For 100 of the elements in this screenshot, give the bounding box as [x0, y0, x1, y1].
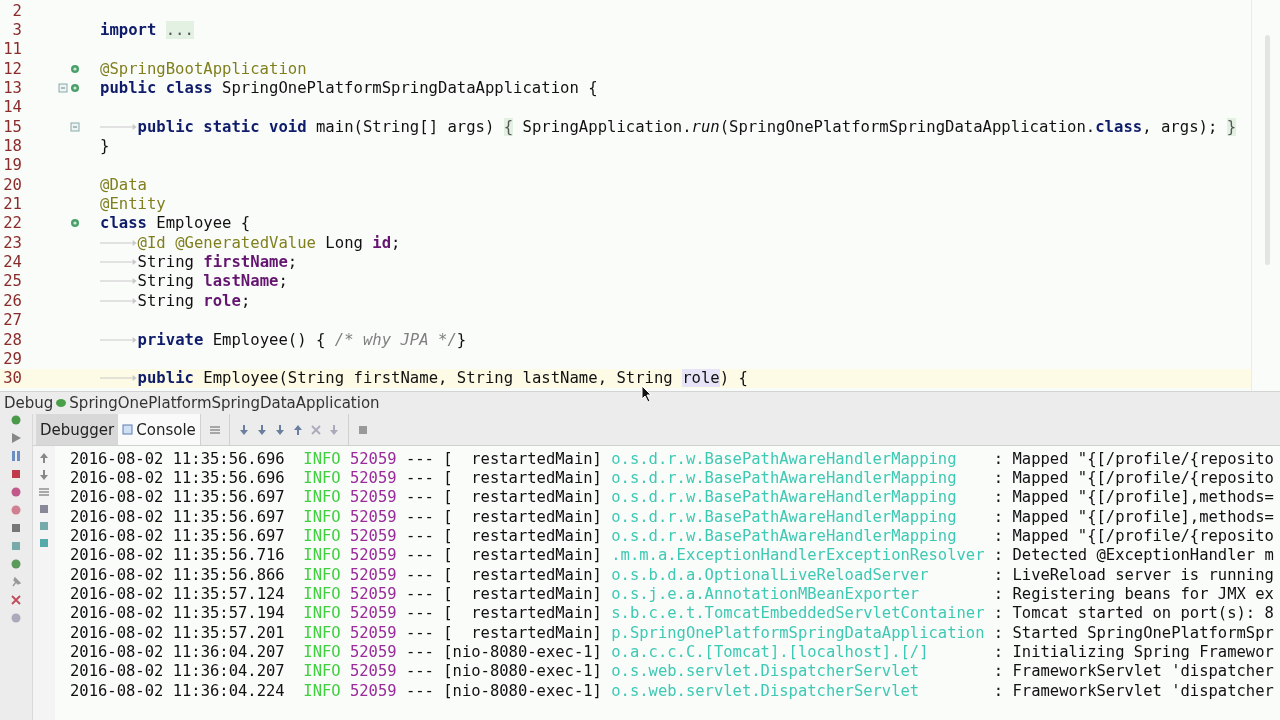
fold-icon[interactable] — [70, 121, 80, 132]
log-separator: --- — [405, 681, 434, 700]
down-arrow-icon[interactable] — [38, 469, 50, 481]
log-pid: 52059 — [349, 662, 397, 681]
log-thread: [ restartedMain] — [443, 604, 602, 623]
log-pid: 52059 — [349, 623, 397, 642]
log-separator: --- — [405, 527, 434, 546]
mouse-pointer-icon — [641, 385, 653, 403]
log-time: 2016-08-02 11:35:57.124 — [70, 585, 285, 604]
log-thread: [nio-8080-exec-1] — [443, 662, 602, 681]
line-number: 20 — [2, 175, 22, 194]
fold-icon[interactable] — [58, 83, 68, 94]
log-time: 2016-08-02 11:36:04.224 — [70, 681, 285, 700]
log-thread: [ restartedMain] — [443, 585, 602, 604]
log-separator: --- — [405, 662, 434, 681]
log-time: 2016-08-02 11:35:56.697 — [70, 488, 285, 507]
resume-icon[interactable] — [10, 432, 22, 444]
line-number: 11 — [2, 40, 22, 59]
stop-icon[interactable] — [10, 468, 22, 480]
step-over-icon[interactable] — [237, 423, 250, 436]
run-to-cursor-icon[interactable] — [327, 423, 340, 436]
log-separator: --- — [405, 546, 434, 565]
close-icon[interactable] — [10, 594, 22, 606]
line-number: 24 — [2, 253, 22, 272]
log-time: 2016-08-02 11:35:57.194 — [70, 604, 285, 623]
panel-title: Debug — [4, 394, 54, 412]
log-logger: o.s.d.r.w.BasePathAwareHandlerMapping — [611, 488, 958, 507]
log-level: INFO — [303, 662, 341, 681]
log-level: INFO — [303, 643, 341, 662]
line-number: 27 — [2, 311, 22, 330]
log-logger: o.s.d.r.w.BasePathAwareHandlerMapping — [611, 527, 958, 546]
log-separator: --- — [405, 643, 434, 662]
log-pid: 52059 — [349, 469, 397, 487]
log-message: : Mapped "{[/profile],methods= — [993, 488, 1274, 507]
line-number: 2 — [11, 1, 22, 20]
log-logger: o.s.d.r.w.BasePathAwareHandlerMapping — [611, 469, 958, 487]
log-thread: [ restartedMain] — [443, 565, 602, 584]
log-pid: 52059 — [349, 643, 397, 662]
bean-icon[interactable] — [70, 83, 80, 94]
code-line: String lastName; — [100, 272, 288, 291]
log-time: 2016-08-02 11:35:56.696 — [70, 469, 285, 487]
log-level: INFO — [303, 527, 341, 546]
log-time: 2016-08-02 11:35:56.866 — [70, 565, 285, 584]
code-line: String firstName; — [100, 253, 298, 272]
bean-icon[interactable] — [70, 218, 80, 229]
log-message: : Mapped "{[/profile/{reposito — [993, 469, 1274, 487]
up-arrow-icon[interactable] — [38, 452, 50, 464]
log-logger: o.s.b.d.a.OptionalLiveReloadServer — [611, 565, 930, 584]
log-time: 2016-08-02 11:35:57.201 — [70, 623, 285, 642]
soft-wrap-icon[interactable] — [208, 423, 221, 436]
line-number: 29 — [2, 349, 22, 368]
log-logger: o.s.d.r.w.BasePathAwareHandlerMapping — [611, 507, 958, 526]
log-pid: 52059 — [349, 488, 397, 507]
log-level: INFO — [303, 546, 341, 565]
log-logger: o.s.d.r.w.BasePathAwareHandlerMapping — [611, 449, 958, 468]
log-thread: [nio-8080-exec-1] — [443, 643, 602, 662]
line-number: 13 — [2, 79, 22, 98]
log-separator: --- — [405, 565, 434, 584]
bean-icon[interactable] — [70, 63, 80, 74]
log-pid: 52059 — [349, 527, 397, 546]
log-pid: 52059 — [349, 585, 397, 604]
step-into-icon[interactable] — [273, 423, 286, 436]
log-thread: [ restartedMain] — [443, 623, 602, 642]
line-number: 25 — [2, 272, 22, 291]
log-logger: p.SpringOnePlatformSpringDataApplication — [611, 623, 985, 642]
panel-tab[interactable]: Debugger — [36, 414, 119, 445]
log-pid: 52059 — [349, 507, 397, 526]
log-pid: 52059 — [349, 449, 397, 468]
soft-wrap-icon[interactable] — [38, 486, 50, 498]
panel-tab[interactable]: Console — [118, 414, 200, 445]
code-editor[interactable] — [0, 0, 1280, 392]
scrollbar[interactable] — [1265, 35, 1270, 265]
drop-frame-icon[interactable] — [309, 423, 322, 436]
line-number: 14 — [2, 98, 22, 117]
log-pid: 52059 — [349, 565, 397, 584]
log-time: 2016-08-02 11:35:56.716 — [70, 546, 285, 565]
log-logger: o.s.web.servlet.DispatcherServlet — [611, 681, 921, 700]
code-line: @Id @GeneratedValue Long id; — [100, 233, 401, 252]
log-separator: --- — [405, 488, 434, 507]
pause-icon[interactable] — [10, 450, 22, 462]
code-line: @Data — [100, 175, 147, 194]
log-separator: --- — [405, 585, 434, 604]
code-line: @SpringBootApplication — [100, 59, 307, 78]
log-message: : LiveReload server is running — [993, 565, 1274, 584]
step-into-icon[interactable] — [255, 423, 268, 436]
log-time: 2016-08-02 11:35:56.697 — [70, 507, 285, 526]
log-message: : Started SpringOnePlatformSpr — [993, 623, 1274, 642]
line-number: 19 — [2, 156, 22, 175]
log-message: : FrameworkServlet 'dispatcher — [993, 681, 1274, 700]
log-separator: --- — [405, 449, 434, 468]
log-message: : Tomcat started on port(s): 8 — [993, 604, 1274, 623]
log-level: INFO — [303, 507, 341, 526]
log-message: : Initializing Spring Framewor — [993, 643, 1274, 662]
log-logger: o.a.c.c.C.[Tomcat].[localhost].[/] — [611, 643, 930, 662]
log-level: INFO — [303, 565, 341, 584]
run-configuration[interactable]: SpringOnePlatformSpringDataApplication — [69, 394, 380, 412]
log-level: INFO — [303, 449, 341, 468]
log-time: 2016-08-02 11:36:04.207 — [70, 662, 285, 681]
step-out-icon[interactable] — [291, 423, 304, 436]
log-pid: 52059 — [349, 546, 397, 565]
